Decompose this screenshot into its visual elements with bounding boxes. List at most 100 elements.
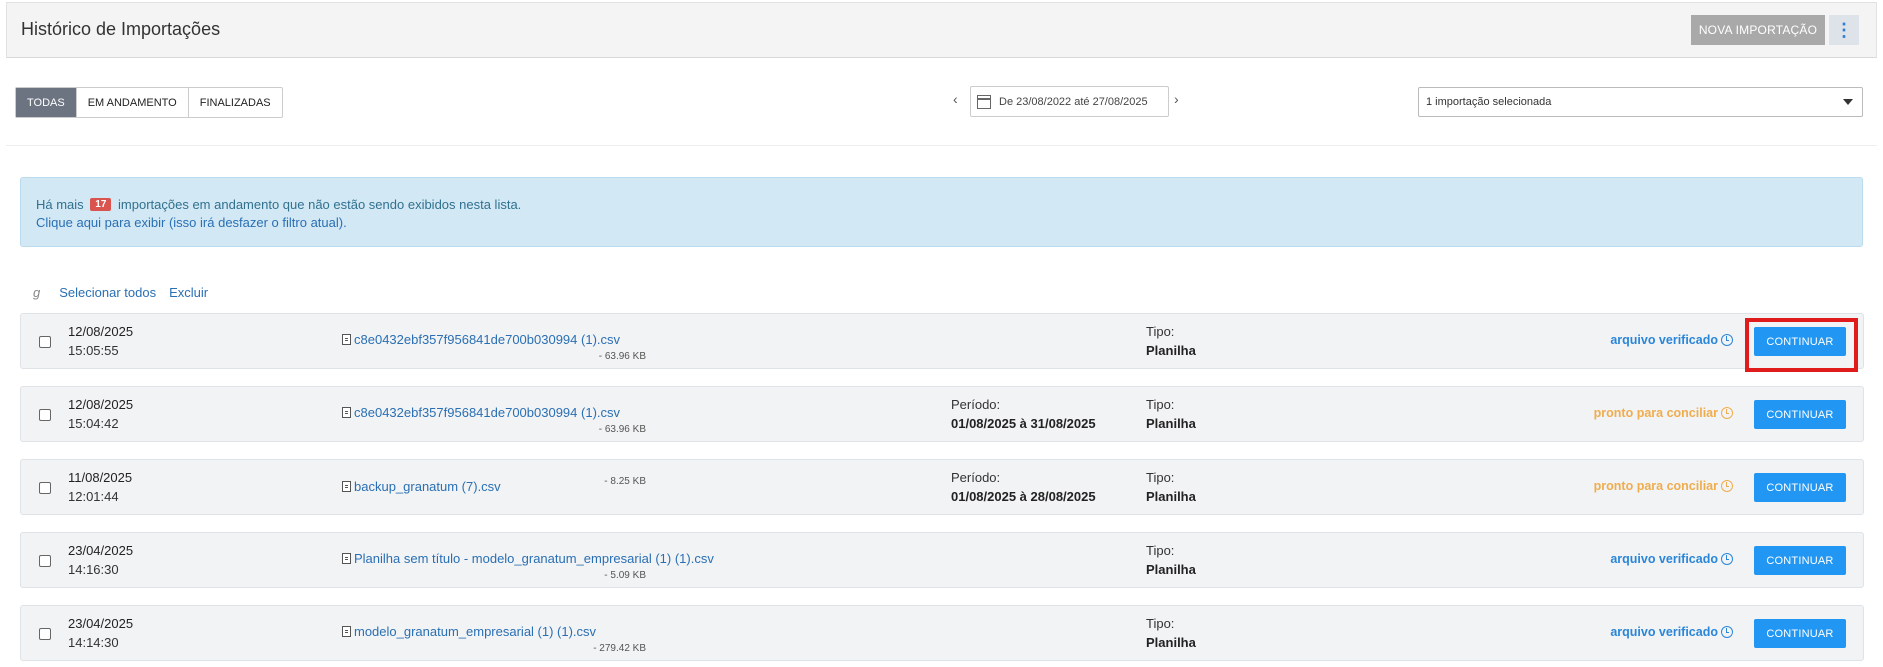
- tab-em-andamento[interactable]: EM ANDAMENTO: [77, 88, 189, 117]
- import-row: 12/08/2025 15:05:55 c8e0432ebf357f956841…: [20, 313, 1864, 369]
- show-all-link[interactable]: Clique aqui para exibir (isso irá desfaz…: [36, 215, 347, 230]
- row-date: 12/08/2025: [68, 397, 134, 412]
- file-link[interactable]: c8e0432ebf357f956841de700b030994 (1).csv: [342, 332, 620, 347]
- continue-button[interactable]: CONTINUAR: [1754, 473, 1846, 502]
- file-icon: [342, 626, 351, 637]
- info-alert: Há mais 17 importações em andamento que …: [20, 177, 1863, 247]
- row-checkbox[interactable]: [39, 336, 51, 348]
- row-time: 15:04:42: [68, 416, 119, 431]
- clock-icon: [1721, 626, 1733, 638]
- file-size: - 63.96 KB: [598, 424, 646, 435]
- period-value: 01/08/2025 à 28/08/2025: [951, 489, 1096, 504]
- type-label: Tipo:: [1146, 543, 1175, 558]
- file-name: backup_granatum (7).csv: [354, 479, 501, 494]
- file-link[interactable]: backup_granatum (7).csv: [342, 479, 501, 494]
- type-value: Planilha: [1146, 416, 1196, 431]
- type-label: Tipo:: [1146, 397, 1175, 412]
- clock-icon: [1721, 480, 1733, 492]
- more-options-button[interactable]: ⋮: [1829, 15, 1859, 45]
- clock-icon: [1721, 553, 1733, 565]
- file-size: - 279.42 KB: [593, 643, 646, 654]
- row-checkbox[interactable]: [39, 555, 51, 567]
- continue-button[interactable]: CONTINUAR: [1754, 400, 1846, 429]
- file-name: c8e0432ebf357f956841de700b030994 (1).csv: [354, 405, 621, 420]
- row-checkbox[interactable]: [39, 628, 51, 640]
- import-history-page: Histórico de Importações NOVA IMPORTAÇÃO…: [0, 0, 1883, 667]
- alert-suffix: importações em andamento que não estão s…: [114, 197, 522, 212]
- file-icon: [342, 553, 351, 564]
- alert-message: Há mais 17 importações em andamento que …: [36, 197, 521, 212]
- more-vertical-icon: ⋮: [1835, 20, 1853, 40]
- tab-finalizadas[interactable]: FINALIZADAS: [189, 88, 282, 117]
- divider: [6, 145, 1877, 146]
- type-label: Tipo:: [1146, 616, 1175, 631]
- status-indicator: pronto para conciliar: [1594, 479, 1733, 493]
- highlight-box: [1745, 318, 1858, 372]
- row-time: 14:16:30: [68, 562, 119, 577]
- date-next-chevron-icon[interactable]: ›: [1174, 91, 1179, 107]
- import-row: 11/08/2025 12:01:44 backup_granatum (7).…: [20, 459, 1864, 515]
- delete-link[interactable]: Excluir: [169, 285, 208, 300]
- file-size: - 63.96 KB: [598, 351, 646, 362]
- selection-value: 1 importação selecionada: [1426, 96, 1552, 108]
- status-indicator: arquivo verificado: [1610, 625, 1733, 639]
- clock-icon: [1721, 334, 1733, 346]
- row-time: 15:05:55: [68, 343, 119, 358]
- file-link[interactable]: Planilha sem título - modelo_granatum_em…: [342, 551, 714, 566]
- count-badge: 17: [90, 198, 112, 211]
- calendar-icon: [977, 94, 991, 109]
- period-value: 01/08/2025 à 31/08/2025: [951, 416, 1096, 431]
- select-all-link[interactable]: Selecionar todos: [59, 285, 156, 300]
- file-size: - 8.25 KB: [604, 476, 646, 487]
- date-range-picker[interactable]: De 23/08/2022 até 27/08/2025: [970, 86, 1169, 117]
- file-name: Planilha sem título - modelo_granatum_em…: [354, 551, 714, 566]
- file-link[interactable]: c8e0432ebf357f956841de700b030994 (1).csv: [342, 405, 620, 420]
- status-text: pronto para conciliar: [1593, 479, 1718, 493]
- status-tabs: TODAS EM ANDAMENTO FINALIZADAS: [15, 87, 283, 118]
- type-value: Planilha: [1146, 635, 1196, 650]
- continue-button[interactable]: CONTINUAR: [1754, 546, 1846, 575]
- file-link[interactable]: modelo_granatum_empresarial (1) (1).csv: [342, 624, 596, 639]
- import-row: 23/04/2025 14:16:30 Planilha sem título …: [20, 532, 1864, 588]
- period-label: Período:: [951, 397, 1001, 412]
- clock-icon: [1721, 407, 1733, 419]
- status-indicator: arquivo verificado: [1610, 552, 1733, 566]
- page-header: Histórico de Importações NOVA IMPORTAÇÃO…: [6, 2, 1877, 58]
- type-value: Planilha: [1146, 343, 1196, 358]
- type-value: Planilha: [1146, 489, 1196, 504]
- status-text: arquivo verificado: [1610, 552, 1718, 566]
- date-range-text: De 23/08/2022 até 27/08/2025: [999, 95, 1148, 108]
- continue-button[interactable]: CONTINUAR: [1754, 619, 1846, 648]
- caret-down-icon: [1843, 99, 1853, 105]
- link-icon: g: [33, 285, 41, 300]
- date-prev-chevron-icon[interactable]: ‹: [953, 91, 958, 107]
- tab-todas[interactable]: TODAS: [16, 88, 77, 117]
- import-row: 12/08/2025 15:04:42 c8e0432ebf357f956841…: [20, 386, 1864, 442]
- row-checkbox[interactable]: [39, 482, 51, 494]
- import-selection-dropdown[interactable]: 1 importação selecionada: [1418, 87, 1863, 117]
- period-label: Período:: [951, 470, 1001, 485]
- new-import-button[interactable]: NOVA IMPORTAÇÃO: [1691, 15, 1825, 45]
- status-text: arquivo verificado: [1610, 333, 1718, 347]
- type-label: Tipo:: [1146, 470, 1175, 485]
- row-time: 14:14:30: [68, 635, 119, 650]
- row-checkbox[interactable]: [39, 409, 51, 421]
- alert-prefix: Há mais: [36, 197, 88, 212]
- row-time: 12:01:44: [68, 489, 119, 504]
- file-icon: [342, 407, 351, 418]
- file-icon: [342, 481, 351, 492]
- row-date: 11/08/2025: [68, 470, 133, 485]
- page-title: Histórico de Importações: [21, 19, 221, 39]
- file-icon: [342, 334, 351, 345]
- row-date: 23/04/2025: [68, 543, 134, 558]
- type-value: Planilha: [1146, 562, 1196, 577]
- type-label: Tipo:: [1146, 324, 1175, 339]
- file-name: modelo_granatum_empresarial (1) (1).csv: [354, 624, 597, 639]
- file-name: c8e0432ebf357f956841de700b030994 (1).csv: [354, 332, 621, 347]
- status-text: arquivo verificado: [1610, 625, 1718, 639]
- status-text: pronto para conciliar: [1593, 406, 1718, 420]
- file-size: - 5.09 KB: [604, 570, 646, 581]
- row-date: 12/08/2025: [68, 324, 134, 339]
- status-indicator: arquivo verificado: [1610, 333, 1733, 347]
- bulk-actions: g Selecionar todos Excluir: [33, 285, 221, 300]
